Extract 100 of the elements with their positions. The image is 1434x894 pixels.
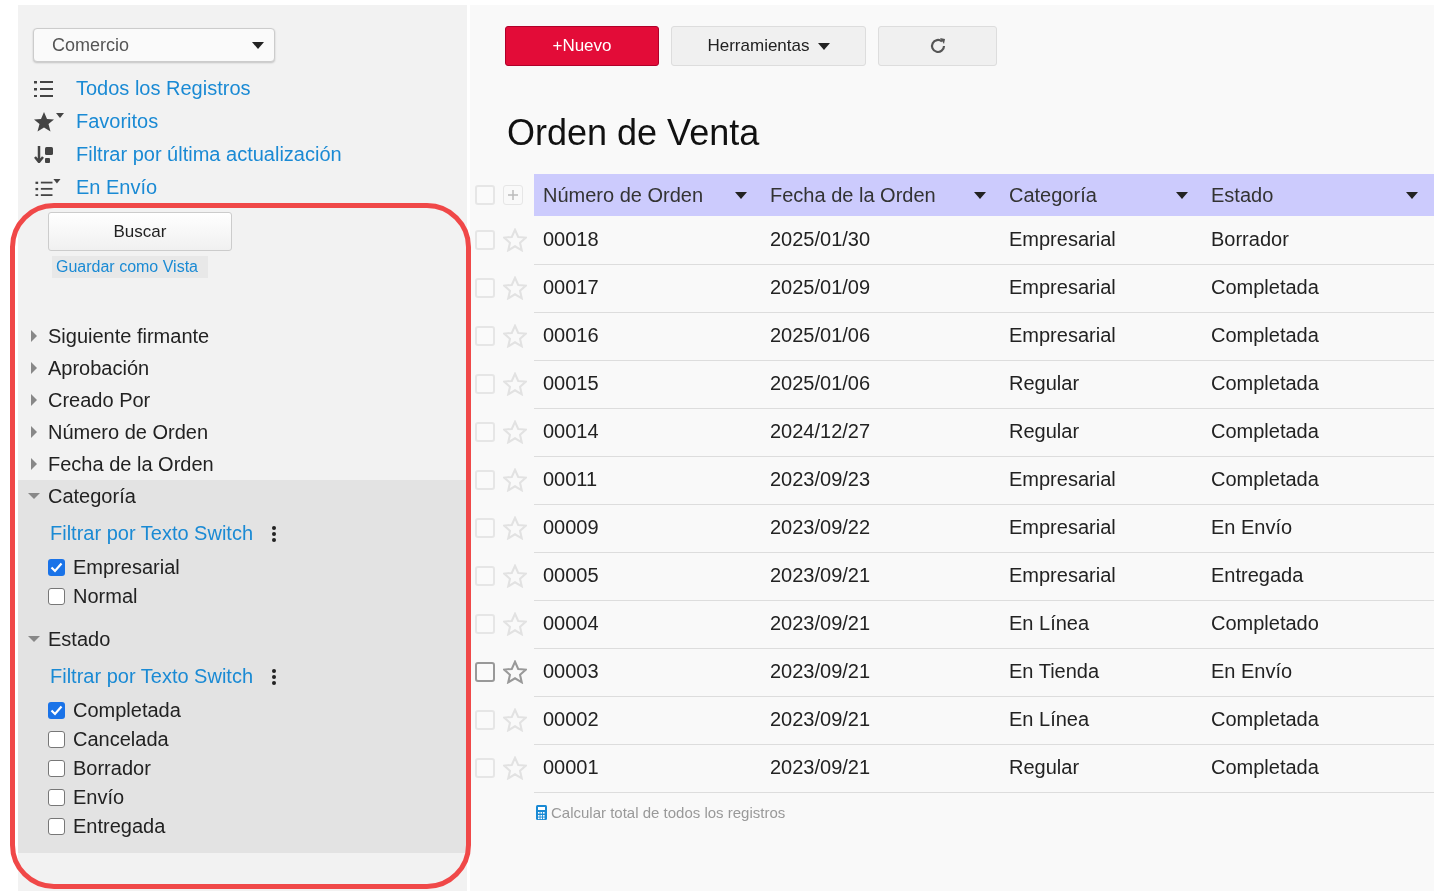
table-cell-text: 2025/01/30 bbox=[769, 227, 872, 252]
checkbox[interactable] bbox=[48, 702, 65, 719]
table-cell-text: 00011 bbox=[542, 467, 599, 492]
caret-icon bbox=[974, 191, 986, 199]
table-cell-text: Regular bbox=[1008, 755, 1081, 780]
more-icon[interactable] bbox=[271, 524, 278, 543]
tools-button[interactable]: Herramientas bbox=[671, 26, 866, 66]
table-cell-text: Completada bbox=[1210, 275, 1320, 300]
column-header[interactable]: Categoría bbox=[1000, 174, 1202, 216]
filter-header[interactable]: Aprobación bbox=[18, 352, 467, 384]
table-cell-text: Regular bbox=[1008, 419, 1081, 444]
table-cell-text: Completada bbox=[1210, 467, 1320, 492]
column-header[interactable]: Fecha de la Orden bbox=[761, 174, 1000, 216]
page-title: Orden de Venta bbox=[507, 112, 761, 154]
table-cell-text: En Envío bbox=[1210, 659, 1294, 684]
table-cell-text: Empresarial bbox=[1008, 275, 1117, 300]
table-cell-text: En Línea bbox=[1008, 611, 1091, 636]
table-cell-text: Empresarial bbox=[1008, 515, 1117, 540]
table-cell-text: 00005 bbox=[542, 563, 600, 588]
table-cell-text: Completada bbox=[1210, 323, 1320, 348]
search-button[interactable]: Buscar bbox=[48, 212, 232, 251]
filter-option[interactable]: Cancelada bbox=[18, 725, 467, 754]
filter-list-icon bbox=[34, 179, 62, 196]
add-button[interactable] bbox=[503, 185, 523, 205]
table-cell-text: 2023/09/22 bbox=[769, 515, 872, 540]
table-cell-text: 2023/09/21 bbox=[769, 563, 872, 588]
table-cell-text: 2023/09/21 bbox=[769, 659, 872, 684]
caret-right-icon bbox=[31, 426, 37, 438]
row-checkbox[interactable] bbox=[475, 662, 495, 682]
checkbox[interactable] bbox=[48, 588, 65, 605]
filter-header[interactable]: Número de Orden bbox=[18, 416, 467, 448]
filter-option[interactable]: Borrador bbox=[18, 754, 467, 783]
filter-header[interactable]: Creado Por bbox=[18, 384, 467, 416]
caret-icon bbox=[1406, 191, 1418, 199]
table-cell-text: Empresarial bbox=[1008, 563, 1117, 588]
filter-header[interactable]: Categoría bbox=[18, 480, 467, 512]
table-cell-text: 2025/01/06 bbox=[769, 371, 872, 396]
table-cell-text: 00018 bbox=[542, 227, 600, 252]
checkbox[interactable] bbox=[48, 760, 65, 777]
caret-down-icon bbox=[28, 493, 40, 499]
table-cell-text: En Línea bbox=[1008, 707, 1091, 732]
table-cell-text: 2023/09/21 bbox=[769, 707, 872, 732]
filter-option[interactable]: Entregada bbox=[18, 812, 467, 841]
table-cell-text: 00017 bbox=[542, 275, 600, 300]
caret-right-icon bbox=[31, 362, 37, 374]
filter-option[interactable]: Normal bbox=[18, 582, 467, 611]
table-cell-text: 2024/12/27 bbox=[769, 419, 872, 444]
table-cell-text: Borrador bbox=[1210, 227, 1290, 252]
table-cell-text: 00009 bbox=[542, 515, 600, 540]
list-icon bbox=[34, 80, 53, 97]
refresh-button[interactable] bbox=[878, 26, 997, 66]
checkbox[interactable] bbox=[48, 731, 65, 748]
star-icon bbox=[34, 111, 64, 132]
filter-option[interactable]: Empresarial bbox=[18, 553, 467, 582]
table-cell-text: Empresarial bbox=[1008, 467, 1117, 492]
caret-right-icon bbox=[31, 330, 37, 342]
table-cell-text: Completada bbox=[1210, 419, 1320, 444]
table-cell-text: 2023/09/21 bbox=[769, 755, 872, 780]
table-cell-text: 00016 bbox=[542, 323, 600, 348]
caret-icon bbox=[1176, 191, 1188, 199]
sort-icon bbox=[34, 146, 53, 163]
column-header[interactable]: Número de Orden bbox=[534, 174, 761, 216]
table-cell-text: Empresarial bbox=[1008, 227, 1117, 252]
table-cell-text: 2025/01/09 bbox=[769, 275, 872, 300]
filter-header[interactable]: Siguiente firmante bbox=[18, 320, 467, 352]
table-cell-text: Empresarial bbox=[1008, 323, 1117, 348]
table-cell-text: En Tienda bbox=[1008, 659, 1101, 684]
table-cell-text: 2023/09/23 bbox=[769, 467, 872, 492]
caret-down-icon bbox=[28, 636, 40, 642]
filter-option[interactable]: Completada bbox=[18, 696, 467, 725]
checkbox[interactable] bbox=[48, 789, 65, 806]
table-cell-text: Completada bbox=[1210, 371, 1320, 396]
caret-icon bbox=[735, 191, 747, 199]
calculator-icon bbox=[536, 805, 547, 820]
table-cell-text: Completada bbox=[1210, 755, 1320, 780]
table-cell-text: Entregada bbox=[1210, 563, 1305, 588]
table-cell-text: Completada bbox=[1210, 707, 1320, 732]
caret-right-icon bbox=[31, 458, 37, 470]
table-cell-text: 2023/09/21 bbox=[769, 611, 872, 636]
caret-icon bbox=[252, 41, 264, 49]
more-icon[interactable] bbox=[271, 667, 278, 686]
table-cell-text: 00015 bbox=[542, 371, 600, 396]
filter-header[interactable]: Fecha de la Orden bbox=[18, 448, 467, 480]
plus-icon bbox=[508, 190, 518, 200]
filter-header[interactable]: Estado bbox=[18, 623, 467, 655]
app-select[interactable]: Comercio bbox=[33, 28, 275, 62]
table-cell-text: En Envío bbox=[1210, 515, 1294, 540]
table-cell-text: 00002 bbox=[542, 707, 600, 732]
caret-icon bbox=[817, 42, 830, 50]
star-icon[interactable] bbox=[503, 660, 527, 684]
caret-right-icon bbox=[31, 394, 37, 406]
table-cell-text: 2025/01/06 bbox=[769, 323, 872, 348]
table-cell-text: 00003 bbox=[542, 659, 600, 684]
table-cell-text: 00001 bbox=[542, 755, 600, 780]
new-button[interactable]: +Nuevo bbox=[505, 26, 659, 66]
table-cell-text: Completado bbox=[1210, 611, 1320, 636]
column-header[interactable]: Estado bbox=[1202, 174, 1432, 216]
checkbox[interactable] bbox=[48, 818, 65, 835]
checkbox[interactable] bbox=[48, 559, 65, 576]
filter-option[interactable]: Envío bbox=[18, 783, 467, 812]
